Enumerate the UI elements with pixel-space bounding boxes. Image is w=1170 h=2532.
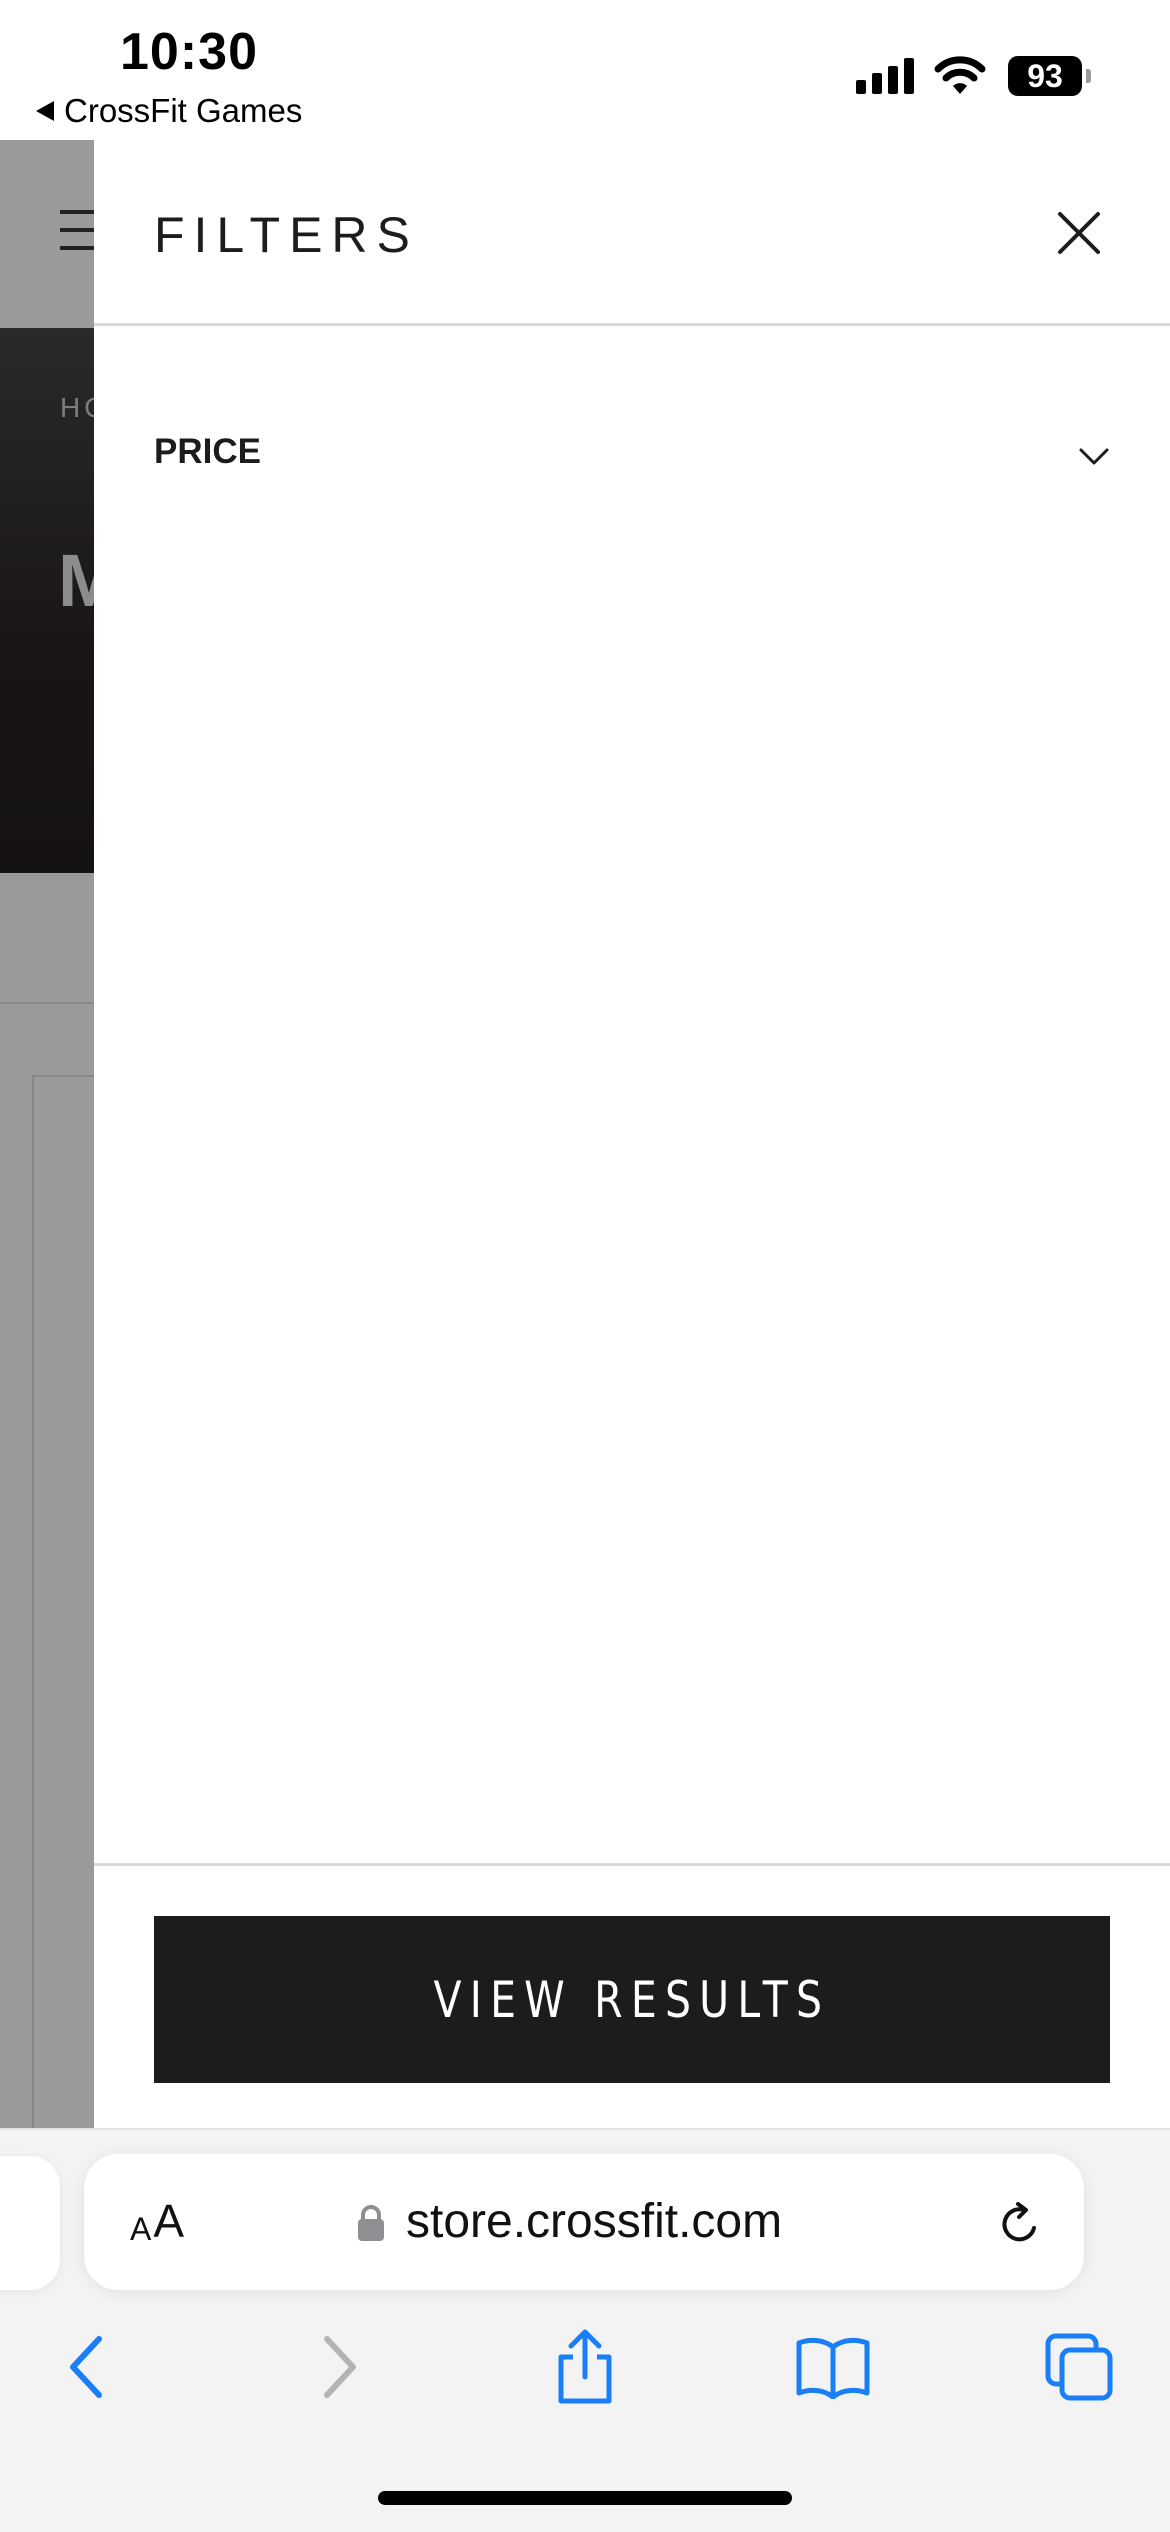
battery-level: 93 — [1008, 56, 1082, 96]
close-icon[interactable] — [1054, 208, 1104, 258]
forward-button[interactable] — [294, 2312, 384, 2422]
forward-icon — [324, 2336, 356, 2398]
back-to-app-button[interactable]: CrossFit Games — [36, 92, 302, 130]
filters-title: FILTERS — [154, 207, 419, 263]
status-bar: 10:30 CrossFit Games 93 — [0, 0, 1170, 140]
filters-drawer: FILTERS PRICE VIEW RESULTS — [94, 140, 1170, 2128]
cellular-signal-icon — [856, 56, 914, 94]
back-app-label: CrossFit Games — [64, 92, 303, 129]
view-results-button[interactable]: VIEW RESULTS — [154, 1916, 1110, 2083]
background-page-overlay[interactable]: HO M — [0, 140, 94, 2128]
tabs-button[interactable] — [1034, 2312, 1124, 2422]
browser-nav-row — [0, 2312, 1170, 2432]
chevron-down-icon — [1079, 448, 1109, 465]
bookmarks-icon — [796, 2337, 870, 2399]
lock-icon — [358, 2205, 384, 2241]
view-results-label: VIEW RESULTS — [433, 1970, 831, 2029]
background-breadcrumb: HO — [60, 392, 94, 423]
battery-icon: 93 — [1008, 56, 1091, 96]
back-triangle-icon — [36, 101, 54, 121]
browser-toolbar: A A store.crossfit.com — [0, 2128, 1170, 2532]
menu-icon — [60, 210, 94, 264]
home-indicator[interactable] — [378, 2491, 792, 2505]
text-size-button[interactable]: A A — [130, 2194, 184, 2248]
text-size-small: A — [130, 2211, 152, 2247]
back-button[interactable] — [42, 2312, 132, 2422]
background-heading: M — [58, 539, 94, 622]
status-time: 10:30 — [120, 23, 258, 81]
filters-header: FILTERS — [94, 140, 1170, 326]
wifi-icon — [934, 56, 986, 94]
back-icon — [70, 2336, 102, 2398]
share-icon — [558, 2329, 612, 2404]
previous-tab-preview[interactable] — [0, 2156, 60, 2290]
text-size-large: A — [153, 2195, 185, 2247]
filters-footer: VIEW RESULTS — [94, 1863, 1170, 2128]
reload-icon[interactable] — [994, 2198, 1046, 2250]
background-hero: HO M — [0, 328, 94, 873]
bookmarks-button[interactable] — [788, 2312, 878, 2422]
divider — [0, 1002, 94, 1004]
price-filter-toggle[interactable]: PRICE — [94, 400, 1170, 510]
address-bar[interactable]: A A store.crossfit.com — [84, 2154, 1084, 2290]
price-filter-label: PRICE — [154, 432, 261, 471]
share-button[interactable] — [540, 2312, 630, 2422]
background-card — [32, 1075, 94, 2128]
tabs-icon — [1045, 2333, 1113, 2401]
url-text: store.crossfit.com — [406, 2195, 783, 2248]
